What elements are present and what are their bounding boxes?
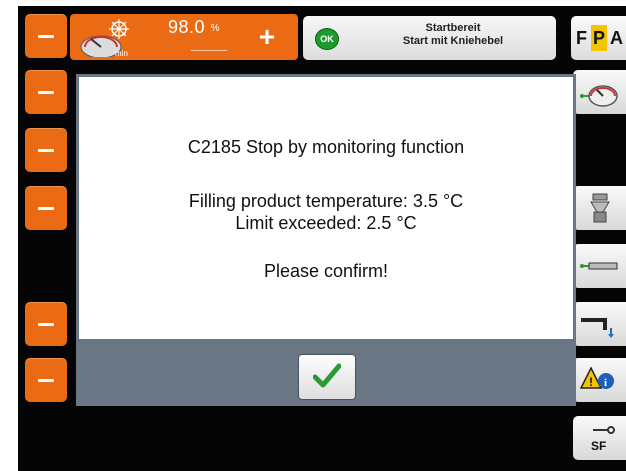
decrease-button-4[interactable] bbox=[25, 302, 67, 346]
valve-side-button[interactable] bbox=[573, 186, 626, 230]
svg-text:!: ! bbox=[589, 375, 593, 389]
percent-readout: 98.0 % bbox=[168, 17, 220, 38]
pipe-side-button[interactable] bbox=[573, 244, 626, 288]
decrease-button-2[interactable] bbox=[25, 128, 67, 172]
percent-number: 98.0 bbox=[168, 17, 206, 37]
percent-underline bbox=[191, 50, 227, 51]
dialog-title: C2185 Stop by monitoring function bbox=[187, 137, 465, 157]
fpa-letter-a: A bbox=[610, 28, 623, 48]
decrease-button-5[interactable] bbox=[25, 358, 67, 402]
warning-info-icon: ! i bbox=[579, 366, 614, 389]
svg-text:i: i bbox=[604, 377, 607, 389]
dialog-limit-line: Limit exceeded: 2.5 °C bbox=[235, 213, 417, 233]
wrench-icon: SF bbox=[591, 426, 615, 453]
gauge-side-button[interactable] bbox=[573, 70, 626, 114]
increase-button[interactable]: + bbox=[248, 20, 286, 56]
gauge-icon bbox=[580, 85, 618, 107]
decrease-button-top[interactable] bbox=[25, 14, 67, 58]
fpa-letter-p: P bbox=[591, 25, 607, 51]
dialog-body: C2185 Stop by monitoring function Fillin… bbox=[79, 77, 573, 339]
sf-label: SF bbox=[591, 439, 606, 453]
status-line-knee-lever: Start mit Kniehebel bbox=[402, 35, 504, 47]
status-panel: OK Startbereit Start mit Kniehebel bbox=[303, 16, 556, 60]
ok-status-icon: OK bbox=[315, 28, 339, 50]
dialog-confirm-prompt: Please confirm! bbox=[263, 261, 389, 281]
fpa-letter-f: F bbox=[576, 28, 587, 48]
alarm-dialog: C2185 Stop by monitoring function Fillin… bbox=[76, 74, 576, 406]
hmi-screen: min 98.0 % + OK Startbereit Start mit Kn… bbox=[18, 6, 626, 471]
gauge-min-label: min bbox=[115, 49, 128, 57]
percent-unit: % bbox=[210, 22, 220, 34]
valve-icon bbox=[590, 193, 610, 223]
confirm-button[interactable] bbox=[298, 354, 356, 400]
dialog-temperature-line: Filling product temperature: 3.5 °C bbox=[188, 191, 464, 211]
outlet-side-button[interactable] bbox=[573, 302, 626, 346]
decrease-button-1[interactable] bbox=[25, 70, 67, 114]
sf-side-button[interactable]: SF bbox=[573, 416, 626, 460]
status-text: Startbereit Start mit Kniehebel bbox=[363, 22, 543, 48]
warning-info-side-button[interactable]: ! i bbox=[573, 358, 626, 402]
status-line-ready: Startbereit bbox=[425, 22, 481, 34]
speed-gauge-icon: min bbox=[80, 19, 129, 57]
fpa-button[interactable]: F P A bbox=[571, 16, 626, 60]
pipe-icon bbox=[580, 262, 618, 270]
checkmark-icon bbox=[313, 363, 341, 388]
decrease-button-3[interactable] bbox=[25, 186, 67, 230]
outlet-pipe-icon bbox=[581, 318, 614, 338]
